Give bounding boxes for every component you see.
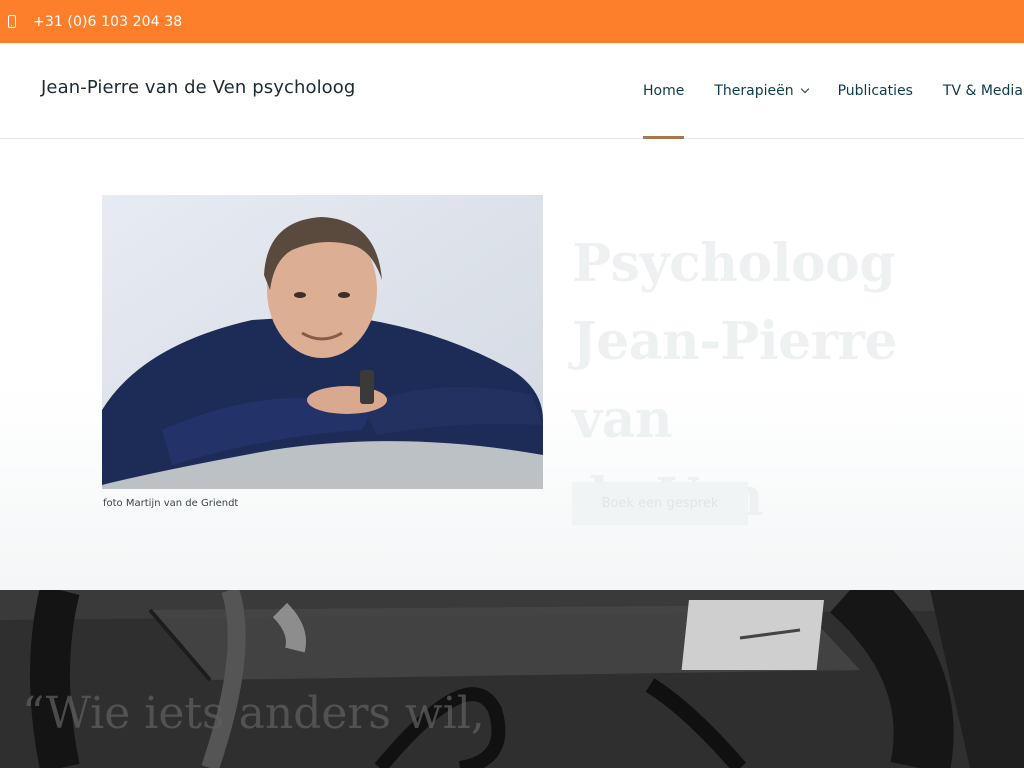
chevron-down-icon bbox=[800, 84, 809, 94]
portrait-illustration bbox=[102, 195, 543, 489]
nav-item-therapieen[interactable]: Therapieën bbox=[714, 43, 809, 139]
quote-photo-section: “Wie iets anders wil, bbox=[0, 590, 1024, 768]
photo-caption: foto Martijn van de Griendt bbox=[103, 498, 239, 509]
mobile-phone-icon bbox=[8, 15, 16, 28]
book-appointment-button[interactable]: Boek een gesprek bbox=[572, 482, 748, 525]
nav-item-home[interactable]: Home bbox=[643, 43, 685, 139]
main-navigation: Home Therapieën Publicaties TV & Media bbox=[643, 43, 1024, 139]
nav-item-label: Therapieën bbox=[714, 83, 794, 99]
nav-item-publicaties[interactable]: Publicaties bbox=[838, 43, 913, 139]
top-contact-bar: +31 (0)6 103 204 38 bbox=[0, 0, 1024, 43]
nav-item-tv-media[interactable]: TV & Media bbox=[943, 43, 1024, 139]
hero-section: foto Martijn van de Griendt Psycholoog J… bbox=[0, 139, 1024, 590]
office-chairs-photo bbox=[0, 590, 1024, 768]
nav-item-label: TV & Media bbox=[942, 83, 1023, 99]
site-header: Jean-Pierre van de Ven psycholoog Home T… bbox=[0, 43, 1024, 139]
site-title-link[interactable]: Jean-Pierre van de Ven psycholoog bbox=[41, 77, 355, 98]
nav-item-label: Publicaties bbox=[837, 83, 913, 99]
phone-number-link[interactable]: +31 (0)6 103 204 38 bbox=[33, 14, 182, 30]
hero-title-line: Jean-Pierre van bbox=[572, 311, 898, 450]
hero-title-line: Psycholoog bbox=[572, 233, 896, 294]
quote-text: “Wie iets anders wil, bbox=[22, 688, 485, 739]
nav-item-label: Home bbox=[643, 83, 685, 99]
portrait-photo bbox=[102, 195, 543, 489]
